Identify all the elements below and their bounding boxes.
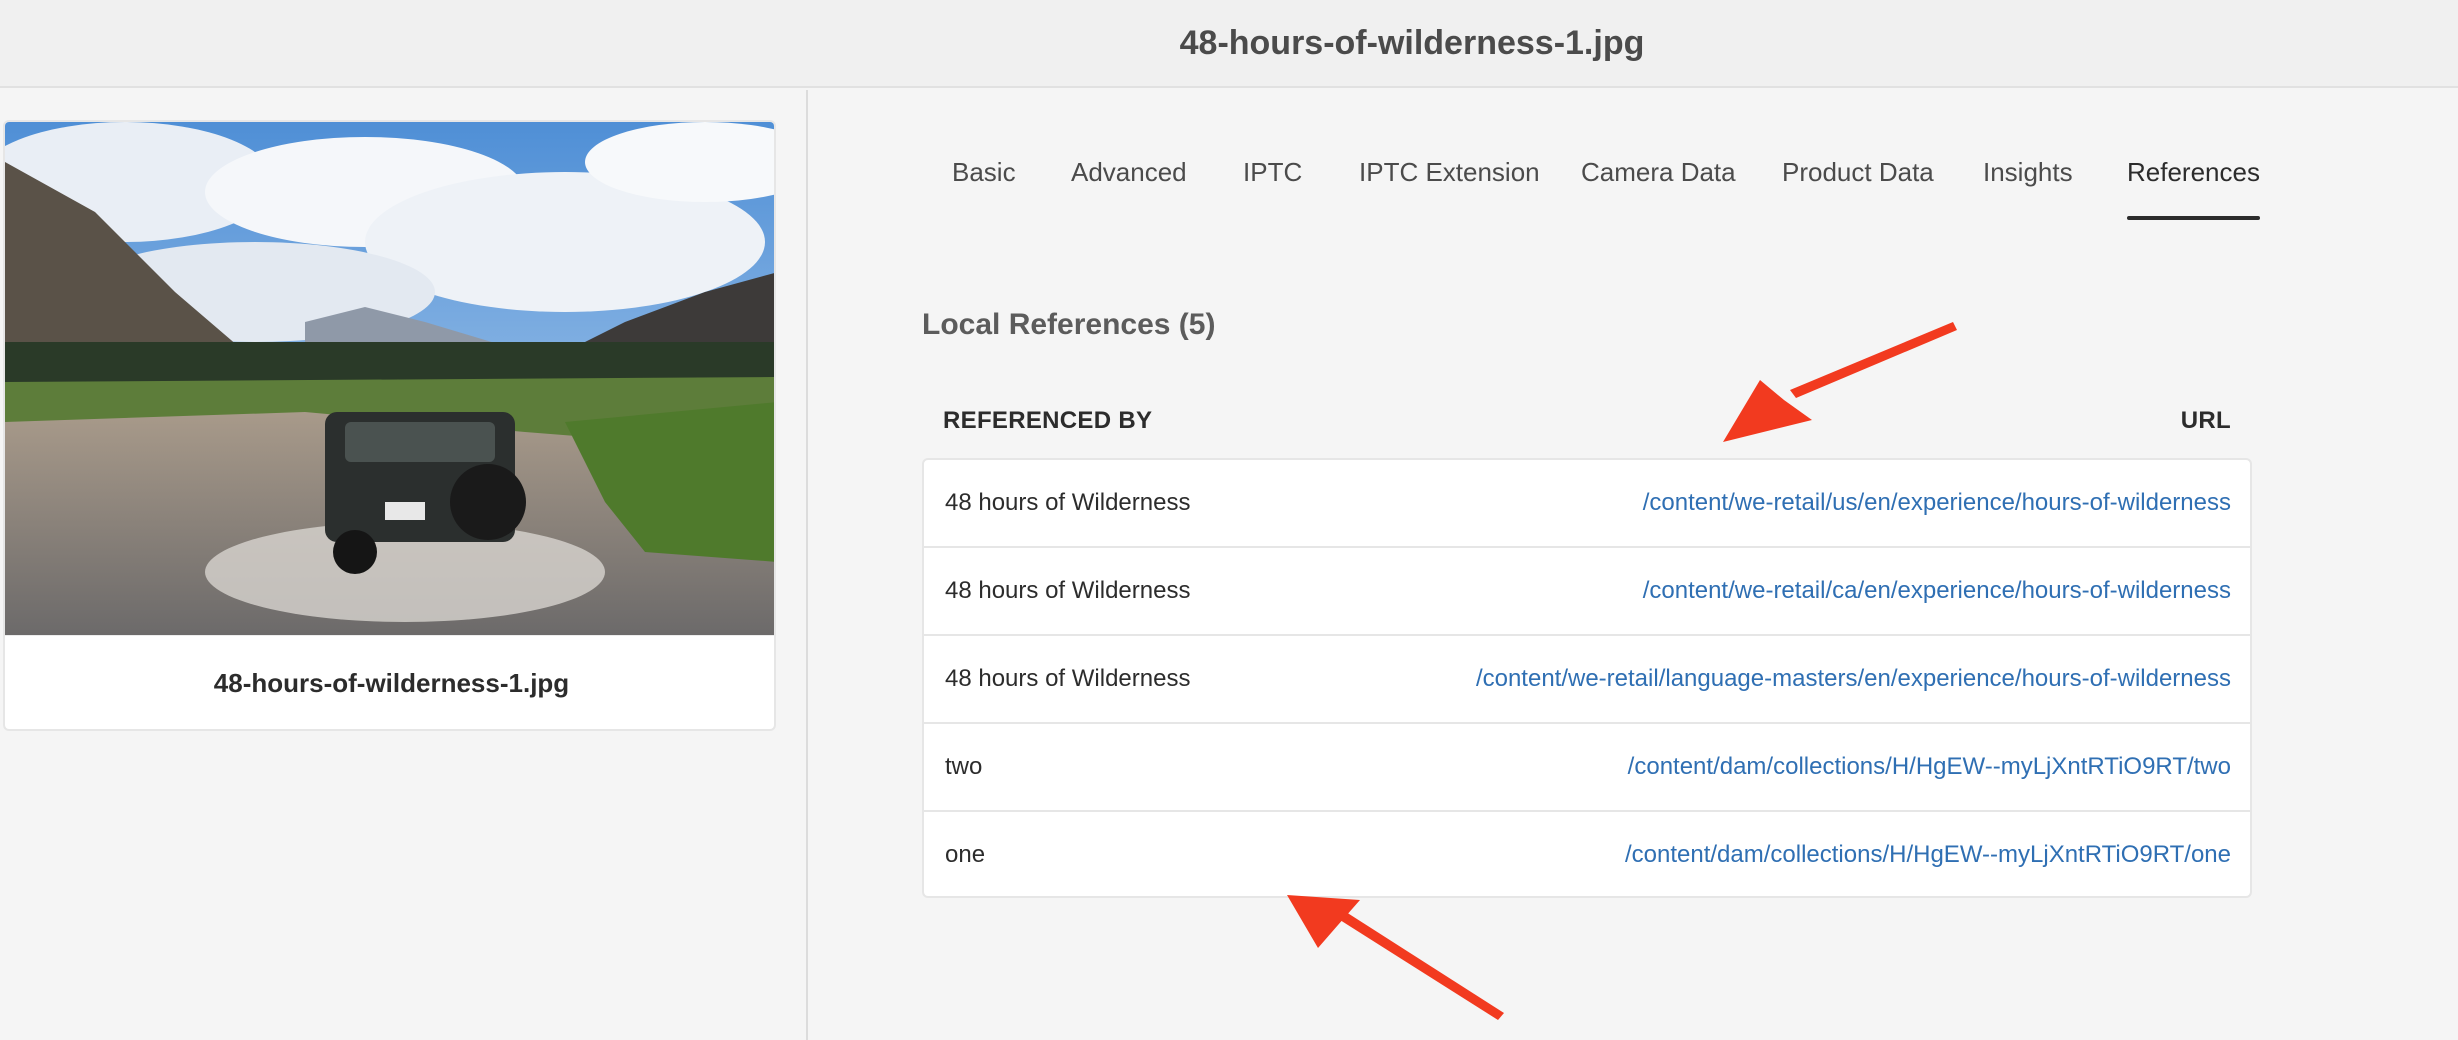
referenced-by-cell: 48 hours of Wilderness xyxy=(945,489,1191,516)
asset-thumbnail xyxy=(5,122,774,635)
tab-label: Basic xyxy=(952,157,1016,187)
tab-references[interactable]: References xyxy=(2127,140,2260,220)
referenced-by-cell: 48 hours of Wilderness xyxy=(945,577,1191,604)
references-table: 48 hours of Wilderness /content/we-retai… xyxy=(922,458,2252,898)
table-row: two /content/dam/collections/H/HgEW--myL… xyxy=(924,724,2250,812)
tab-iptc[interactable]: IPTC xyxy=(1243,140,1302,220)
referenced-by-cell: 48 hours of Wilderness xyxy=(945,665,1191,692)
reference-url-link[interactable]: /content/we-retail/language-masters/en/e… xyxy=(1476,636,2231,722)
tab-label: Camera Data xyxy=(1581,157,1736,187)
tab-label: References xyxy=(2127,157,2260,187)
tab-product-data[interactable]: Product Data xyxy=(1782,140,1934,220)
page-title: 48-hours-of-wilderness-1.jpg xyxy=(1179,23,1645,62)
tab-label: Product Data xyxy=(1782,157,1934,187)
column-header-url: URL xyxy=(2180,407,2231,434)
panel-divider[interactable] xyxy=(806,90,808,1040)
referenced-by-cell: one xyxy=(945,841,986,868)
tab-label: Advanced xyxy=(1071,157,1187,187)
asset-card[interactable]: 48-hours-of-wilderness-1.jpg xyxy=(3,120,776,731)
table-row: 48 hours of Wilderness /content/we-retai… xyxy=(924,548,2250,636)
column-header-referenced-by: REFERENCED BY xyxy=(943,407,1153,434)
reference-url-link[interactable]: /content/we-retail/ca/en/experience/hour… xyxy=(1643,548,2231,634)
table-row: 48 hours of Wilderness /content/we-retai… xyxy=(924,636,2250,724)
reference-url-link[interactable]: /content/we-retail/us/en/experience/hour… xyxy=(1643,460,2231,546)
asset-properties-page: 48-hours-of-wilderness-1.jpg 48-hours-of… xyxy=(0,0,2458,1040)
reference-url-link[interactable]: /content/dam/collections/H/HgEW--myLjXnt… xyxy=(1628,724,2231,810)
reference-url-link[interactable]: /content/dam/collections/H/HgEW--myLjXnt… xyxy=(1625,812,2231,898)
tab-label: Insights xyxy=(1983,157,2073,187)
tab-iptc-extension[interactable]: IPTC Extension xyxy=(1359,140,1540,220)
annotation-arrow-bottom xyxy=(1287,895,1504,1020)
tab-advanced[interactable]: Advanced xyxy=(1071,140,1187,220)
asset-filename: 48-hours-of-wilderness-1.jpg xyxy=(5,635,774,729)
tab-insights[interactable]: Insights xyxy=(1983,140,2073,220)
table-row: one /content/dam/collections/H/HgEW--myL… xyxy=(924,812,2250,900)
tab-label: IPTC xyxy=(1243,157,1303,187)
references-table-header: REFERENCED BY URL xyxy=(922,395,2252,443)
referenced-by-cell: two xyxy=(945,753,983,780)
asset-preview-panel: 48-hours-of-wilderness-1.jpg xyxy=(0,90,806,1040)
tab-basic[interactable]: Basic xyxy=(952,140,1016,220)
local-references-title: Local References (5) xyxy=(922,308,1216,341)
tab-camera-data[interactable]: Camera Data xyxy=(1581,140,1736,220)
header-bar: 48-hours-of-wilderness-1.jpg xyxy=(0,0,2458,88)
landscape-photo-image xyxy=(5,122,774,635)
tab-label: IPTC Extension xyxy=(1359,157,1540,187)
table-row: 48 hours of Wilderness /content/we-retai… xyxy=(924,460,2250,548)
